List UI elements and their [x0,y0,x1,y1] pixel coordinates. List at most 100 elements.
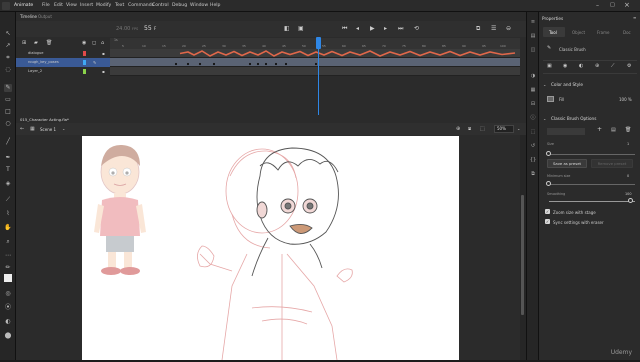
line-tool-icon[interactable]: ╱ [4,138,12,146]
scrollbar-thumb[interactable] [521,195,524,315]
outline-icon[interactable]: ◻ [92,40,96,46]
menu-window[interactable]: Window [190,3,208,8]
menu-edit[interactable]: Edit [54,3,63,8]
text-tool-icon[interactable]: T [4,166,12,174]
section-toggle-icon[interactable]: ⌄ [543,82,546,87]
sync-eraser-checkbox[interactable]: ✓ [545,219,550,224]
snap-icon[interactable]: ⦿ [4,304,12,312]
menu-insert[interactable]: Insert [80,3,93,8]
properties-icon[interactable]: ≡ [529,18,537,26]
history-icon[interactable]: ↺ [529,142,537,150]
menu-text[interactable]: Text [115,3,124,8]
timeline-zoom-icon[interactable]: ⊖ [506,25,511,32]
track-rough-key-poses[interactable] [110,58,520,67]
close-icon[interactable]: × [624,1,630,9]
layer-row-dialogue[interactable]: dialogue ▪ [16,49,110,58]
library-icon[interactable]: ▤ [529,32,537,40]
brush-shape-icon[interactable]: ⬤ [4,332,12,340]
tab-object[interactable]: Object [572,30,585,35]
stage-options-icon[interactable]: ⬚ [480,126,485,132]
smoothing-slider[interactable] [549,201,635,202]
loop-icon[interactable]: ⟲ [414,25,419,32]
selection-tool-icon[interactable]: ↖ [4,30,12,38]
transform-panel-icon[interactable]: ⬚ [529,128,537,136]
save-preset-button[interactable]: Save as preset [547,159,587,168]
stage-canvas[interactable] [82,136,459,361]
layer-row-rough-key-poses[interactable]: rough_key_poses ✎ [16,58,110,67]
settings-icon[interactable]: ⚙ [627,63,631,69]
track-dialogue[interactable] [110,49,520,58]
oval-tool-icon[interactable]: ○ [4,120,12,128]
section-toggle-icon[interactable]: ⌄ [543,116,546,121]
back-arrow-icon[interactable]: ← [20,126,24,132]
play-icon[interactable]: ▶ [370,25,375,32]
min-size-value[interactable]: 0 [627,174,629,178]
panel-menu-icon[interactable]: ≡ [633,15,636,20]
menu-help[interactable]: Help [210,3,220,8]
scene-name[interactable]: Scene 1 [40,127,56,132]
align-icon[interactable]: ⊕ [456,126,460,132]
size-slider[interactable] [549,154,635,155]
fill-color-swatch[interactable] [4,274,12,282]
camera-icon[interactable]: ⧉ [476,25,480,33]
first-frame-icon[interactable]: ⏮ [342,25,347,33]
layer-row-layer-2[interactable]: Layer_2 ▪ [16,67,110,76]
zoom-tool-icon[interactable]: ⌕ [4,238,12,246]
chevron-down-icon[interactable]: ⌄ [62,126,65,131]
prev-frame-icon[interactable]: ◂ [356,25,359,32]
current-frame[interactable]: 55 [144,25,152,32]
brush-shape-icon[interactable]: ◉ [563,63,567,69]
menu-view[interactable]: View [66,3,77,8]
code-icon[interactable]: {} [529,156,537,164]
menu-control[interactable]: Control [152,3,169,8]
tilt-icon[interactable]: ⟋ [611,63,615,69]
remove-preset-button[interactable]: Remove preset [591,159,633,168]
more-tools-icon[interactable]: ⋯ [4,252,12,260]
onion-skin-icon[interactable]: ◧ [284,25,290,32]
lock-header-icon[interactable]: ⌂ [101,40,104,46]
next-frame-icon[interactable]: ▸ [384,25,387,32]
fps-value[interactable]: 24.00 [116,26,130,32]
object-drawing-icon[interactable]: ◎ [4,290,12,298]
document-tab[interactable]: 015_Character Acting.fla* [20,117,69,122]
bone-tool-icon[interactable]: ⌇ [4,210,12,218]
lock-icon[interactable]: ▪ [102,49,105,58]
pressure-icon[interactable]: ⊕ [595,63,599,69]
lasso-tool-icon[interactable]: ◌ [4,66,12,74]
size-slider-knob[interactable] [546,151,551,156]
frame-ruler[interactable]: 1s 5 10 15 20 25 30 35 40 45 50 55 60 65… [110,38,520,49]
menu-modify[interactable]: Modify [96,3,111,8]
smoothing-value[interactable]: 100 [625,192,631,196]
fill-percent[interactable]: 100 % [619,97,632,102]
add-preset-icon[interactable]: + [597,126,602,133]
subselection-tool-icon[interactable]: ↗ [4,42,12,50]
delete-layer-icon[interactable]: 🗑 [46,40,52,46]
eye-icon[interactable]: ◉ [82,40,86,46]
min-size-knob[interactable] [546,181,551,186]
object-drawing-icon[interactable]: ▣ [547,63,552,69]
tab-tool[interactable]: Tool [549,30,557,35]
new-layer-icon[interactable]: ⊞ [22,40,26,46]
size-value[interactable]: 1 [627,142,629,146]
eyedropper-icon[interactable]: ⟋ [4,196,12,204]
align-panel-icon[interactable]: ⊟ [529,100,537,108]
smoothing-knob[interactable] [628,198,633,203]
paint-bucket-icon[interactable]: ◈ [4,180,12,188]
menu-commands[interactable]: Commands [128,3,154,8]
delete-preset-icon[interactable]: 🗑 [625,127,631,133]
zoom-chevron-icon[interactable]: ⌄ [517,126,520,131]
brush-mode-icon[interactable]: ◐ [579,63,583,69]
lock-icon[interactable]: ▪ [102,67,105,76]
minimize-icon[interactable]: – [596,2,599,9]
zoom-size-checkbox[interactable]: ✓ [545,209,550,214]
tab-frame[interactable]: Frame [597,30,609,35]
last-frame-icon[interactable]: ⏭ [398,25,403,33]
brush-mode-icon[interactable]: ◐ [4,318,12,326]
new-folder-icon[interactable]: ▰ [34,40,38,46]
swatches-icon[interactable]: ▦ [529,86,537,94]
track-layer-2[interactable] [110,67,520,76]
menu-file[interactable]: File [42,3,50,8]
layer-depth-icon[interactable]: ☰ [491,25,496,32]
tab-timeline[interactable]: Timeline [20,14,37,19]
assets-icon[interactable]: ◫ [529,46,537,54]
